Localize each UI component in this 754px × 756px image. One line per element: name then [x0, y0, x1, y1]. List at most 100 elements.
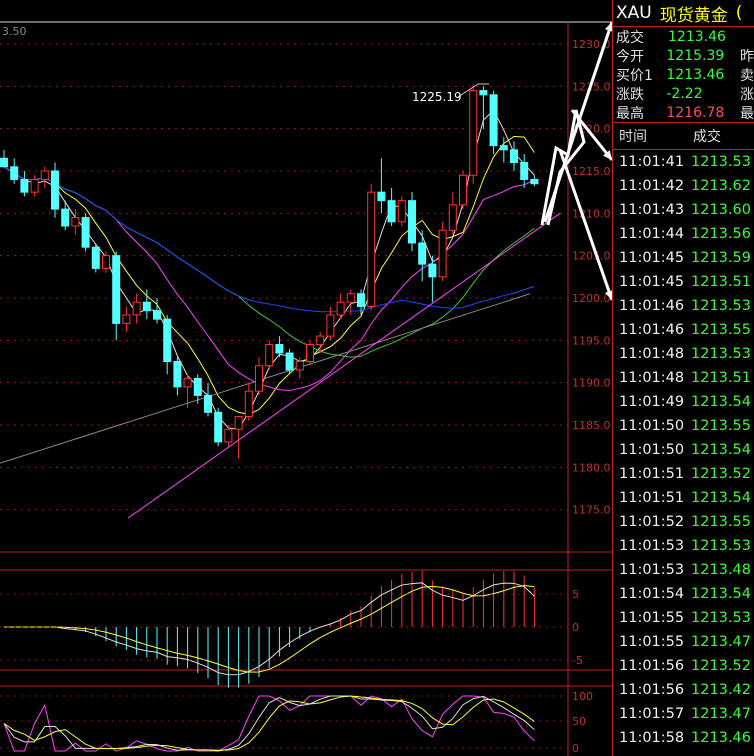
price-tick-label: 1205.0	[572, 250, 611, 263]
candle-body	[142, 301, 151, 312]
tick-price: 1213.53	[691, 346, 751, 362]
tick-price: 1213.59	[691, 250, 751, 266]
ticks-header-time: 时间	[619, 129, 647, 145]
tick-row: 11:01:46 1213.53	[613, 294, 754, 318]
candlestick-chart: 3.50 1230.01225.01220.01215.01210.01205.…	[0, 0, 612, 756]
ticks-header: 时间 成交	[613, 123, 754, 150]
candle-body	[173, 361, 182, 388]
tick-price: 1213.53	[691, 538, 751, 554]
tick-price: 1213.52	[691, 658, 751, 674]
tick-time: 11:01:43	[619, 202, 685, 218]
tick-price: 1213.55	[691, 322, 751, 338]
tick-price: 1213.62	[691, 178, 751, 194]
candle-body	[193, 377, 202, 396]
tick-price: 1213.51	[691, 370, 751, 386]
candle-body	[499, 145, 508, 151]
quote-row: 成交 1213.46	[613, 27, 754, 46]
candle-body	[112, 255, 121, 324]
quote-label: 买价1	[616, 67, 653, 84]
candle-body	[377, 191, 386, 202]
quote-label-2: 昨	[740, 48, 754, 65]
candle-body	[132, 301, 141, 316]
candle-body	[224, 428, 233, 443]
tick-time: 11:01:49	[619, 394, 685, 410]
tick-time: 11:01:53	[619, 562, 685, 578]
quote-row: 涨跌 -2.22 涨	[613, 84, 754, 103]
kdj-tick-label: 0	[572, 742, 579, 755]
tick-price: 1213.54	[691, 586, 751, 602]
tick-row: 11:01:50 1213.54	[613, 438, 754, 462]
tick-price: 1213.53	[691, 298, 751, 314]
tick-row: 11:01:57 1213.47	[613, 702, 754, 726]
tick-time: 11:01:44	[619, 226, 685, 242]
tick-row: 11:01:53 1213.53	[613, 534, 754, 558]
tick-time: 11:01:48	[619, 346, 685, 362]
tick-time: 11:01:41	[619, 154, 685, 170]
tick-price: 1213.52	[691, 466, 751, 482]
candle-body	[336, 301, 345, 316]
quote-value: 1213.46	[668, 28, 726, 45]
tick-row: 11:01:42 1213.62	[613, 174, 754, 198]
tick-row: 11:01:51 1213.54	[613, 486, 754, 510]
tick-time: 11:01:56	[619, 658, 685, 674]
price-tick-label: 1185.0	[572, 419, 611, 432]
price-tick-label: 1180.0	[572, 461, 611, 474]
quote-sidebar: XAU 现货黄金 ( 成交 1213.46 今开 1215.39 昨买价1 1213.46…	[612, 0, 754, 756]
tick-row: 11:01:48 1213.51	[613, 366, 754, 390]
candle-body	[397, 200, 406, 223]
candle-body	[367, 191, 376, 307]
candle-body	[265, 344, 274, 367]
price-tick-label: 1210.0	[572, 207, 611, 220]
tick-time: 11:01:51	[619, 466, 685, 482]
candle-body	[214, 411, 223, 443]
candle-body	[183, 377, 192, 388]
tick-time: 11:01:48	[619, 370, 685, 386]
price-tick-label: 1195.0	[572, 334, 611, 347]
candle-body	[357, 293, 365, 307]
quote-row: 买价1 1213.46 卖	[613, 65, 754, 84]
candle-body	[479, 90, 488, 96]
tick-row: 11:01:43 1213.60	[613, 198, 754, 222]
quote-label: 成交	[616, 29, 644, 46]
tick-time: 11:01:51	[619, 490, 685, 506]
tick-price: 1213.53	[691, 154, 751, 170]
tick-time: 11:01:50	[619, 442, 685, 458]
tick-price: 1213.60	[691, 202, 751, 218]
tick-price: 1213.47	[691, 706, 751, 722]
candle-body	[275, 344, 284, 354]
tick-time: 11:01:45	[619, 274, 685, 290]
tick-price: 1213.56	[691, 226, 751, 242]
candle-body	[71, 217, 80, 227]
tick-price: 1213.54	[691, 490, 751, 506]
tick-time: 11:01:55	[619, 634, 685, 650]
tick-row: 11:01:44 1213.56	[613, 222, 754, 246]
tick-row: 11:01:54 1213.54	[613, 582, 754, 606]
tick-row: 11:01:45 1213.59	[613, 246, 754, 270]
candle-body	[469, 90, 478, 176]
price-tick-label: 1190.0	[572, 377, 611, 390]
tick-time: 11:01:50	[619, 418, 685, 434]
tick-time: 11:01:56	[619, 682, 685, 698]
candle-body	[326, 314, 335, 337]
tick-row: 11:01:53 1213.48	[613, 558, 754, 582]
quote-label-2: 卖	[740, 67, 754, 84]
candle-body	[40, 170, 49, 180]
tick-time: 11:01:58	[619, 730, 685, 746]
tick-list: 11:01:41 1213.53 11:01:42 1213.62 11:01:43 12…	[613, 150, 754, 750]
tick-row: 11:01:56 1213.52	[613, 654, 754, 678]
tick-price: 1213.46	[691, 730, 751, 746]
tick-row: 11:01:52 1213.55	[613, 510, 754, 534]
quote-label: 最高	[616, 105, 644, 122]
candle-body	[30, 178, 39, 193]
price-tick-label: 1215.0	[572, 165, 611, 178]
tick-row: 11:01:49 1213.54	[613, 390, 754, 414]
kdj-tick-label: 50	[572, 715, 586, 728]
candle-body	[61, 208, 70, 227]
price-tick-label: 1200.0	[572, 292, 611, 305]
candle-body	[418, 242, 427, 265]
tick-time: 11:01:45	[619, 250, 685, 266]
candle-body	[255, 365, 263, 392]
candle-body	[91, 246, 100, 269]
candle-body	[81, 217, 90, 248]
tick-row: 11:01:48 1213.53	[613, 342, 754, 366]
